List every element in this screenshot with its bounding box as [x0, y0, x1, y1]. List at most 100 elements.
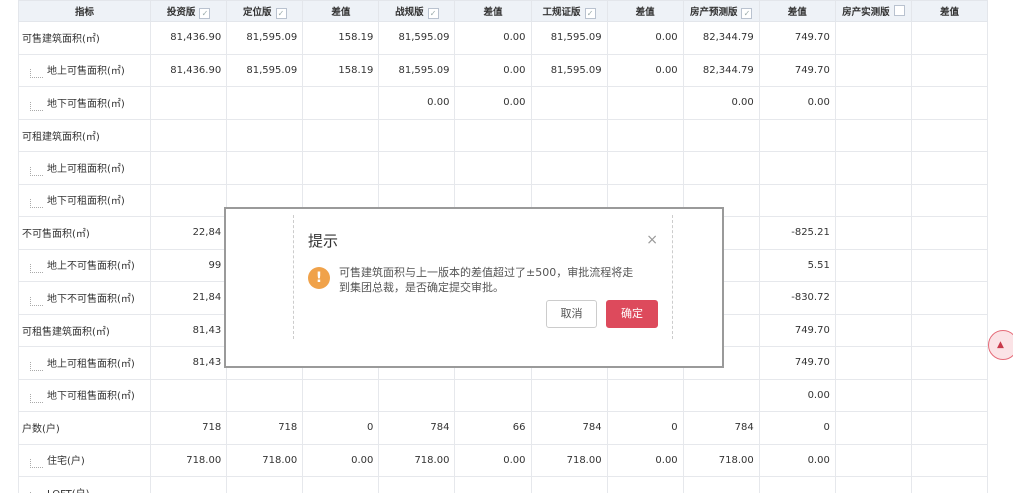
column-checkbox[interactable]: ✓: [584, 7, 596, 19]
row-label-cell: 可租建筑面积(㎡): [18, 118, 152, 152]
close-icon[interactable]: ×: [646, 232, 658, 248]
column-checkbox[interactable]: ✓: [199, 7, 211, 19]
table-cell: 0: [758, 411, 836, 445]
table-cell: [302, 476, 380, 493]
column-header: 房产预测版 ✓: [682, 0, 760, 22]
table-cell: 66: [454, 411, 532, 445]
table-cell: 81,595.09: [226, 21, 304, 55]
table-cell: [606, 118, 684, 152]
table-cell: 81,595.09: [226, 53, 304, 87]
table-cell: [378, 476, 456, 493]
tree-connector-icon: [30, 69, 43, 79]
table-cell: 0.00: [682, 86, 760, 120]
table-cell: [226, 151, 304, 185]
table-row: 地下可售面积(㎡) 0.00 0.00 0.00 0.00: [18, 86, 988, 120]
table-cell: 784: [530, 411, 608, 445]
column-checkbox[interactable]: [893, 5, 905, 16]
column-header-label: 投资版: [166, 6, 196, 18]
table-cell: 718: [150, 411, 228, 445]
table-row: 地下可租售面积(㎡) 0.00: [18, 378, 988, 412]
chevron-up-icon: ▲: [997, 340, 1004, 350]
table-cell: [226, 476, 304, 493]
column-header: 差值: [758, 0, 836, 22]
table-cell: 0.00: [302, 443, 380, 477]
column-header-label: 战规版: [395, 6, 424, 18]
table-cell: [834, 443, 912, 477]
table-cell: [682, 151, 760, 185]
table-cell: [910, 86, 988, 120]
table-cell: 5.51: [758, 248, 836, 282]
row-label-cell: 住宅(户): [18, 443, 152, 477]
table-cell: 749.70: [758, 313, 836, 347]
table-cell: [834, 346, 912, 380]
tree-connector-icon: [30, 264, 43, 274]
table-cell: [834, 21, 912, 55]
table-cell: [454, 476, 532, 493]
table-cell: [758, 183, 836, 217]
table-row: 住宅(户) 718.00 718.00 0.00 718.00 0.00 718.00 0.0…: [18, 443, 988, 477]
column-header: 投资版 ✓: [150, 0, 228, 22]
row-label-cell: LOFT(户): [18, 476, 152, 493]
column-checkbox[interactable]: ✓: [427, 7, 439, 19]
table-cell: [530, 151, 608, 185]
table-cell: 784: [682, 411, 760, 445]
table-row: 地上可租面积(㎡): [18, 151, 988, 185]
tree-connector-icon: [30, 459, 43, 469]
row-label: 户数(户): [22, 424, 60, 436]
row-label: 地下可租面积(㎡): [47, 196, 125, 208]
column-header: 差值: [302, 0, 380, 22]
table-cell: [910, 313, 988, 347]
column-header-label: 差值: [939, 7, 959, 18]
cancel-button[interactable]: 取消: [546, 300, 597, 328]
row-label-cell: 可租售建筑面积(㎡): [18, 313, 152, 347]
table-cell: 81,436.90: [150, 21, 228, 55]
scroll-to-top-button[interactable]: ▲: [988, 330, 1013, 360]
row-label: 可租建筑面积(㎡): [22, 131, 100, 143]
table-cell: 82,344.79: [682, 21, 760, 55]
warning-icon: !: [308, 267, 330, 289]
table-cell: 718.00: [226, 443, 304, 477]
table-cell: [302, 378, 380, 412]
table-cell: [910, 118, 988, 152]
row-label-cell: 地下不可售面积(㎡): [18, 281, 152, 315]
column-checkbox[interactable]: ✓: [741, 7, 753, 19]
table-cell: [454, 378, 532, 412]
table-cell: [378, 118, 456, 152]
table-cell: [682, 118, 760, 152]
table-cell: [150, 183, 228, 217]
table-cell: 81,595.09: [378, 53, 456, 87]
table-cell: [910, 476, 988, 493]
table-cell: [834, 86, 912, 120]
table-cell: 158.19: [302, 21, 380, 55]
column-header-label: 定位版: [242, 6, 272, 18]
table-cell: [606, 476, 684, 493]
table-cell: [834, 151, 912, 185]
row-label-cell: 地下可租售面积(㎡): [18, 378, 152, 412]
table-cell: 784: [378, 411, 456, 445]
row-label-cell: 户数(户): [18, 411, 152, 445]
table-cell: 718.00: [530, 443, 608, 477]
table-cell: 158.19: [302, 53, 380, 87]
table-row: 地上可售面积(㎡) 81,436.90 81,595.09 158.19 81,595.…: [18, 53, 988, 87]
table-cell: [910, 53, 988, 87]
table-cell: 81,595.09: [530, 53, 608, 87]
row-label: 地下不可售面积(㎡): [47, 293, 135, 305]
table-cell: 21,84: [150, 281, 228, 315]
table-cell: [530, 86, 608, 120]
table-cell: [150, 378, 228, 412]
table-cell: [910, 281, 988, 315]
table-cell: [150, 151, 228, 185]
table-cell: 749.70: [758, 21, 836, 55]
column-header-label: 差值: [483, 7, 503, 18]
tree-connector-icon: [30, 166, 43, 176]
table-cell: 0.00: [606, 21, 684, 55]
table-cell: 718.00: [150, 443, 228, 477]
column-checkbox[interactable]: ✓: [275, 7, 287, 19]
table-cell: [834, 216, 912, 250]
table-cell: 0.00: [758, 443, 836, 477]
table-cell: 81,43: [150, 346, 228, 380]
table-cell: [834, 411, 912, 445]
confirm-button[interactable]: 确定: [606, 300, 658, 328]
table-cell: [530, 476, 608, 493]
table-header-row: 指标 投资版 ✓ 定位版 ✓ 差值 战规版 ✓ 差值 工规证版 ✓ 差值 房产预测版 ✓ 差值 房产实测版 差值: [18, 0, 988, 22]
